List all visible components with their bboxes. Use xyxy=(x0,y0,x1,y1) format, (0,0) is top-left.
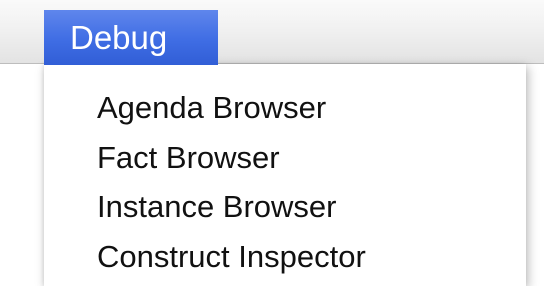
debug-dropdown-menu: Agenda Browser Fact Browser Instance Bro… xyxy=(44,64,526,286)
menu-item-fact-browser[interactable]: Fact Browser xyxy=(97,135,517,181)
menu-item-instance-browser[interactable]: Instance Browser xyxy=(97,184,517,230)
menu-debug[interactable]: Debug xyxy=(44,10,218,65)
screen: Debug Agenda Browser Fact Browser Instan… xyxy=(0,0,544,286)
menu-item-construct-inspector[interactable]: Construct Inspector xyxy=(97,234,517,280)
menu-item-agenda-browser[interactable]: Agenda Browser xyxy=(97,85,517,131)
